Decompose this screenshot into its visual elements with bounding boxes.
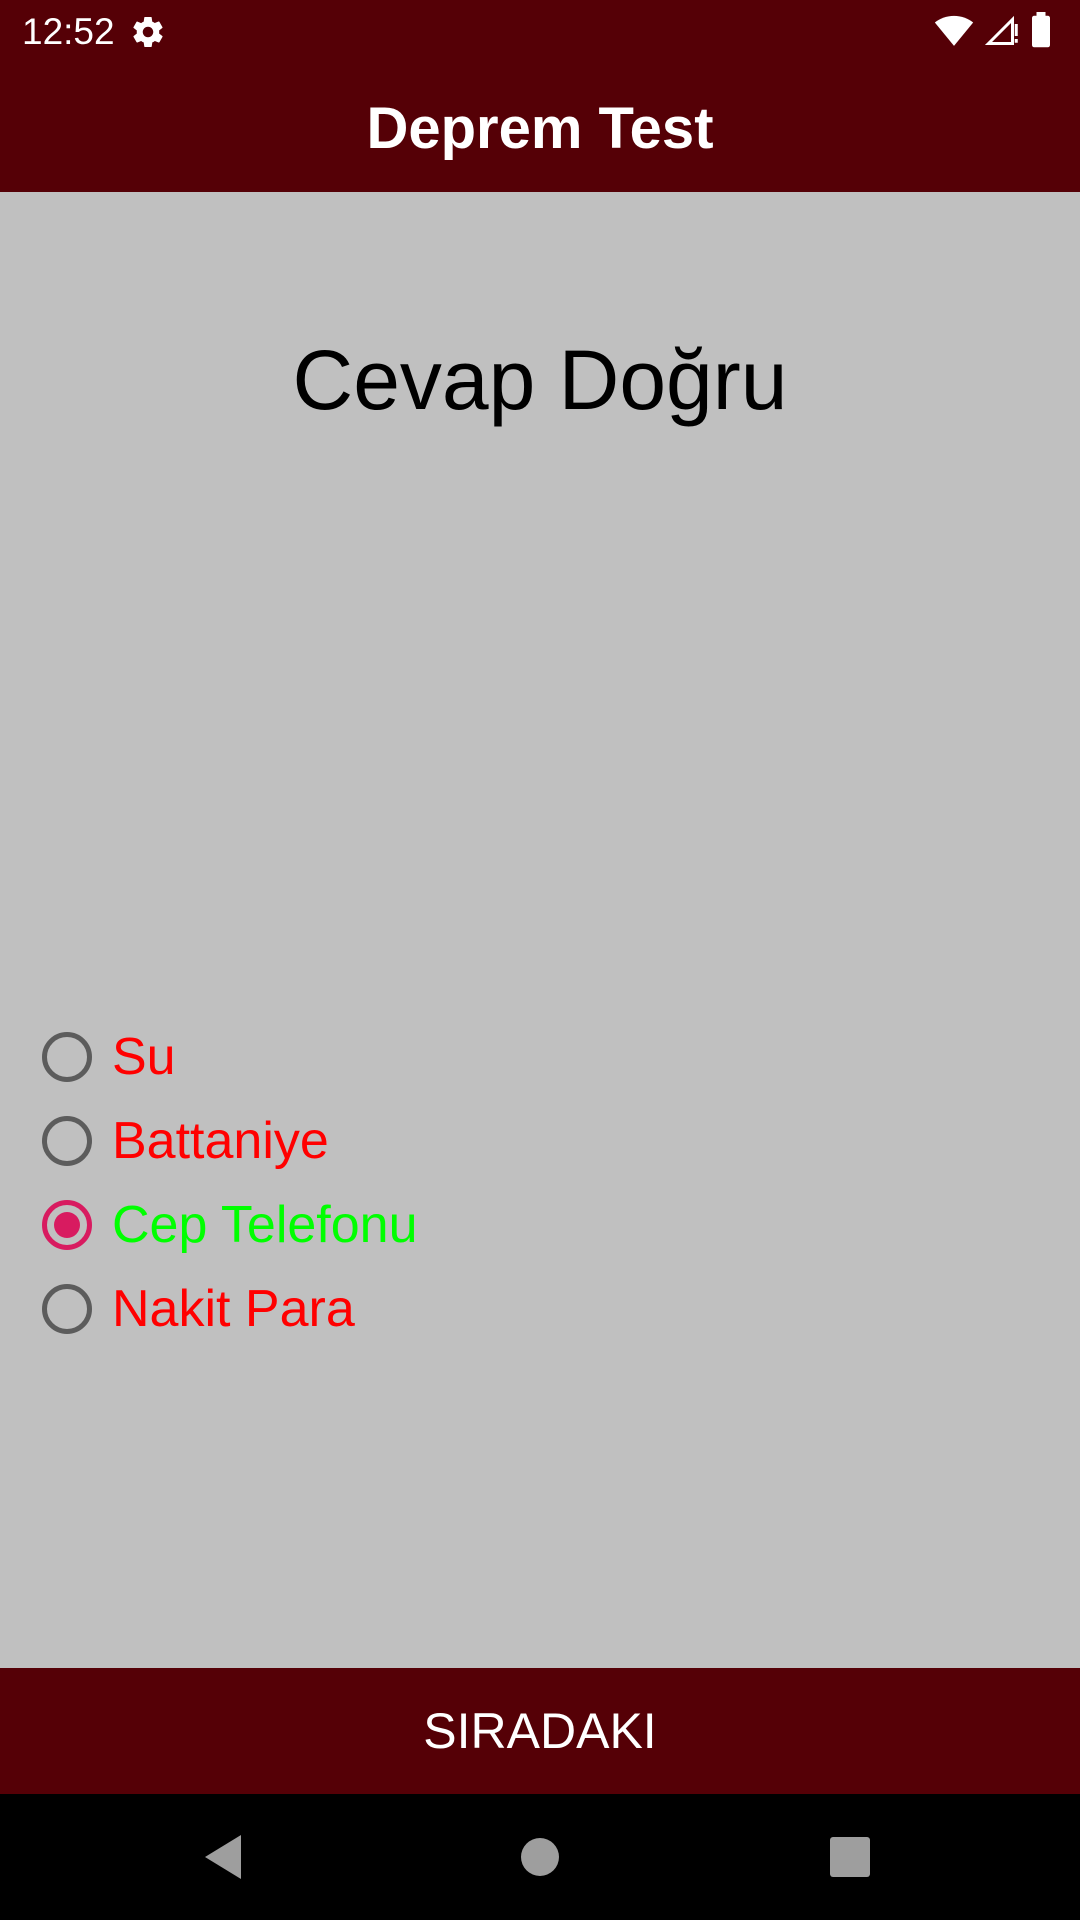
- radio-checked-icon[interactable]: [42, 1200, 92, 1250]
- status-time: 12:52: [22, 11, 115, 52]
- app-bar: Deprem Test: [0, 64, 1080, 192]
- status-bar: 12:52: [0, 0, 1080, 64]
- answer-option[interactable]: Su: [40, 1015, 1040, 1099]
- answer-option-label: Battaniye: [112, 1112, 329, 1170]
- answer-radio-group: Su Battaniye Cep Telefonu Nakit Para: [40, 1015, 1040, 1351]
- answer-option[interactable]: Battaniye: [40, 1099, 1040, 1183]
- status-icons: [934, 11, 1052, 53]
- settings-icon: [130, 14, 166, 50]
- answer-option-label: Nakit Para: [112, 1280, 355, 1338]
- app-title: Deprem Test: [366, 95, 714, 161]
- screen: 12:52 Deprem Test Cevap Doğru Su Battani…: [0, 0, 1080, 1920]
- recents-icon[interactable]: [790, 1794, 910, 1920]
- next-button[interactable]: SIRADAKI: [0, 1668, 1080, 1794]
- answer-option[interactable]: Cep Telefonu: [40, 1183, 1040, 1267]
- radio-unchecked-icon[interactable]: [42, 1284, 92, 1334]
- answer-option-label: Cep Telefonu: [112, 1196, 418, 1254]
- answer-option-label: Su: [112, 1028, 176, 1086]
- battery-icon: [1030, 11, 1052, 53]
- radio-unchecked-icon[interactable]: [42, 1116, 92, 1166]
- home-icon[interactable]: [480, 1794, 600, 1920]
- back-icon[interactable]: [165, 1794, 285, 1920]
- radio-unchecked-icon[interactable]: [42, 1032, 92, 1082]
- navigation-bar: [0, 1794, 1080, 1920]
- wifi-icon: [934, 13, 974, 52]
- answer-option[interactable]: Nakit Para: [40, 1267, 1040, 1351]
- signal-icon: [984, 12, 1020, 53]
- result-text: Cevap Doğru: [292, 333, 788, 427]
